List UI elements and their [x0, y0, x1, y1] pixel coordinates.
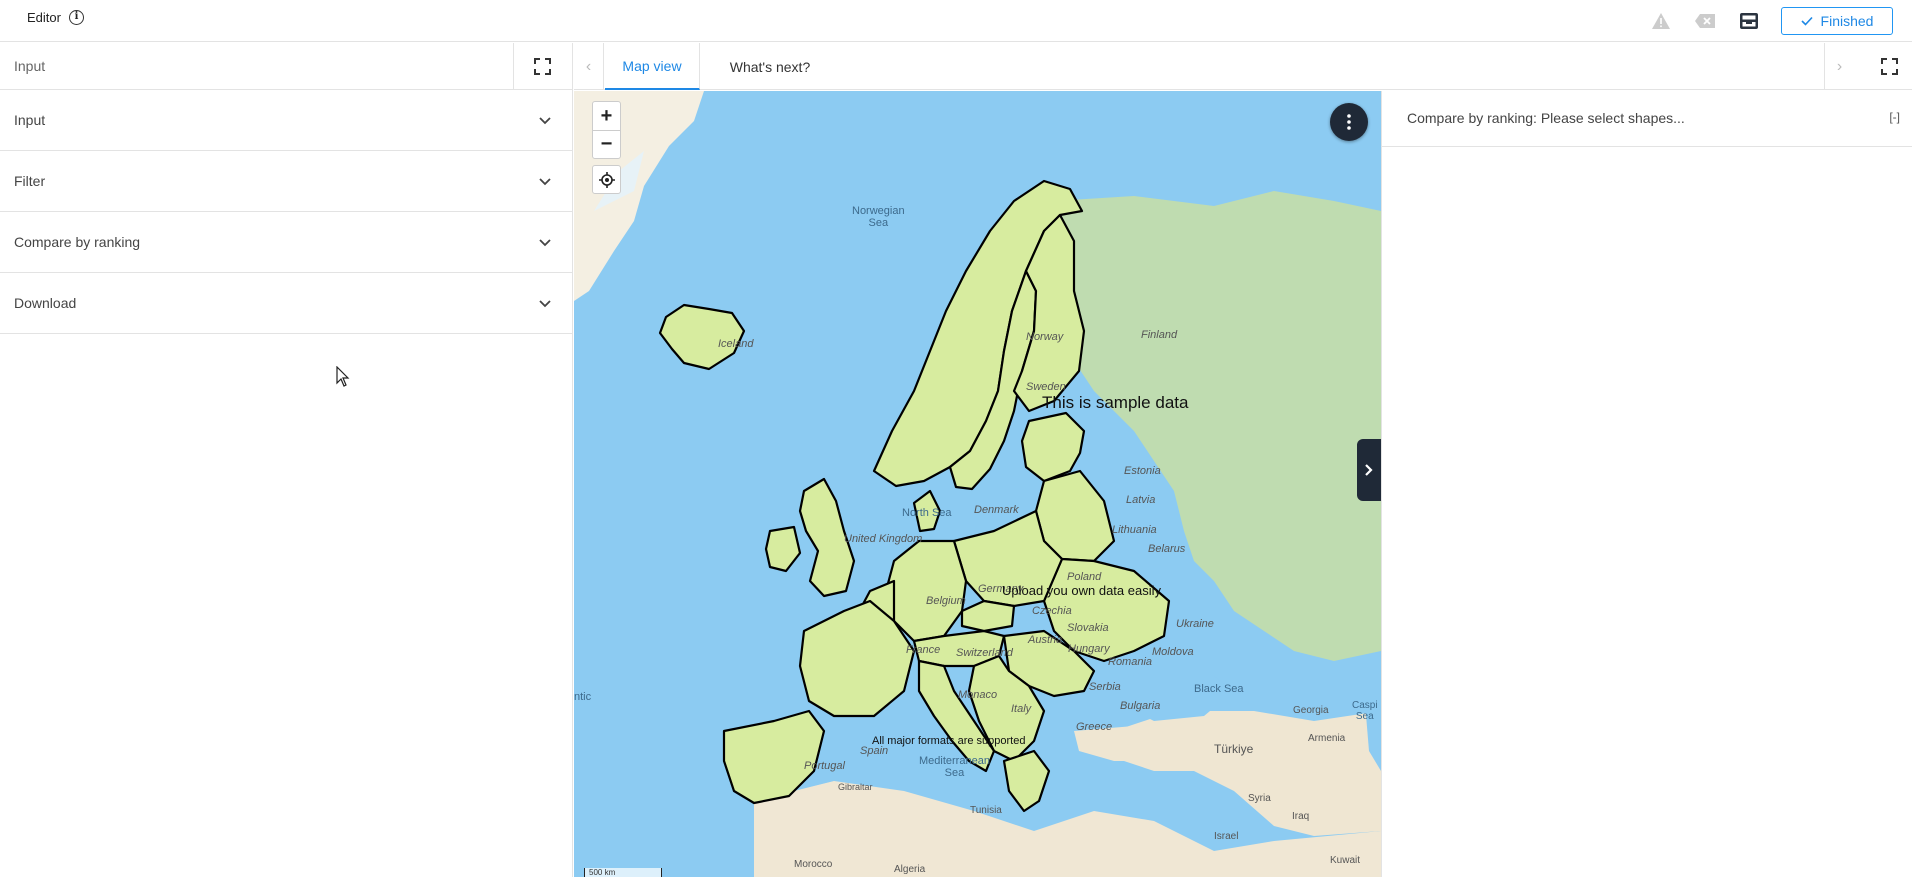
left-panel-title: Input: [14, 58, 46, 74]
accordion-compare-by-ranking[interactable]: Compare by ranking: [0, 212, 572, 273]
inbox-icon[interactable]: [1737, 9, 1761, 33]
accordion-input[interactable]: Input: [0, 90, 572, 151]
compare-panel: Compare by ranking: Please select shapes…: [1381, 91, 1912, 877]
map-overlay-sample-data: This is sample data: [1042, 393, 1189, 412]
check-icon: [1800, 16, 1813, 26]
map-label-israel: Israel: [1214, 831, 1239, 842]
map-label-norwegian-sea: Norwegian Sea: [852, 205, 905, 229]
collapse-button[interactable]: [-]: [1889, 110, 1900, 124]
map-label-belgium: Belgium: [926, 595, 966, 607]
map-label-tunisia: Tunisia: [970, 805, 1002, 816]
map-overlay-formats: All major formats are supported: [872, 735, 1026, 747]
more-vertical-icon: [1347, 114, 1351, 130]
map-label-hungary: Hungary: [1068, 643, 1110, 655]
chevron-down-icon: [539, 117, 551, 125]
accordion-label: Filter: [14, 173, 46, 189]
crosshair-icon: [598, 171, 615, 188]
map-label-uk: United Kingdom: [844, 533, 923, 545]
zoom-in-button[interactable]: +: [593, 102, 620, 130]
map-label-lithuania: Lithuania: [1112, 524, 1157, 536]
warning-icon[interactable]: [1649, 9, 1673, 33]
compare-panel-header: Compare by ranking: Please select shapes…: [1382, 91, 1912, 147]
tab-scroll-left-icon[interactable]: ‹: [574, 43, 604, 90]
map-label-france: France: [906, 644, 941, 656]
fullscreen-icon[interactable]: [1880, 57, 1899, 76]
finished-button[interactable]: Finished: [1781, 7, 1893, 35]
map-label-switzerland: Switzerland: [956, 647, 1013, 659]
map-label-romania: Romania: [1108, 656, 1153, 668]
compare-panel-title: Compare by ranking: Please select shapes…: [1407, 110, 1685, 126]
chevron-down-icon: [539, 239, 551, 247]
chevron-down-icon: [539, 178, 551, 186]
map-label-poland: Poland: [1067, 571, 1102, 583]
map-label-georgia: Georgia: [1293, 705, 1329, 716]
map-label-serbia: Serbia: [1089, 681, 1121, 693]
map-label-portugal: Portugal: [804, 760, 845, 772]
map-label-north-sea: North Sea: [902, 507, 952, 519]
map-label-bulgaria: Bulgaria: [1120, 700, 1161, 712]
map-label-latvia: Latvia: [1126, 494, 1156, 506]
left-panel-header: Input: [0, 43, 572, 90]
map-label-slovakia: Slovakia: [1067, 622, 1109, 634]
chevron-down-icon: [539, 300, 551, 308]
map-label-finland: Finland: [1141, 329, 1178, 341]
map-label-monaco: Monaco: [958, 689, 998, 701]
map-label-ukraine: Ukraine: [1176, 618, 1214, 630]
fullscreen-icon[interactable]: [533, 57, 552, 76]
map-view[interactable]: Norwegian Sea North Sea Black Sea Medite…: [574, 91, 1381, 877]
top-bar: Editor i Finished: [0, 0, 1912, 42]
top-toolbar: Finished: [1649, 6, 1912, 36]
map-label-norway: Norway: [1026, 331, 1064, 343]
map-label-syria: Syria: [1248, 793, 1271, 804]
map-label-atlantic: ntic: [574, 691, 592, 703]
accordion-filter[interactable]: Filter: [0, 151, 572, 212]
zoom-control: + −: [592, 101, 621, 159]
map-label-black-sea: Black Sea: [1194, 683, 1244, 695]
map-label-denmark: Denmark: [974, 504, 1019, 516]
map-label-iceland: Iceland: [718, 338, 754, 350]
tab-scroll-right-icon[interactable]: ›: [1824, 43, 1854, 90]
map-label-morocco: Morocco: [794, 859, 833, 870]
tab-bar: ‹ Map view What's next? ›: [574, 43, 1912, 90]
side-panel-toggle[interactable]: [1357, 439, 1381, 501]
map-label-moldova: Moldova: [1152, 646, 1194, 658]
accordion-label: Download: [14, 295, 77, 311]
map-label-italy: Italy: [1011, 703, 1032, 715]
map-label-armenia: Armenia: [1308, 733, 1346, 744]
map-menu-button[interactable]: [1330, 103, 1368, 141]
left-panel: Input Input Filter Compare by ranking Do…: [0, 43, 573, 877]
delete-icon[interactable]: [1693, 9, 1717, 33]
map-label-caspian: Caspi Sea: [1352, 700, 1378, 722]
accordion-label: Input: [14, 112, 46, 128]
map-label-mediterranean: Mediterranean Sea: [919, 755, 990, 779]
map-label-czechia: Czechia: [1032, 605, 1072, 617]
map-label-iraq: Iraq: [1292, 811, 1310, 822]
map-label-algeria: Algeria: [894, 864, 926, 875]
editor-title-text: Editor: [27, 10, 61, 25]
map-label-greece: Greece: [1076, 721, 1113, 733]
finished-label: Finished: [1820, 13, 1874, 29]
zoom-out-button[interactable]: −: [593, 130, 620, 158]
tab-whats-next[interactable]: What's next?: [700, 43, 840, 90]
map-label-gibraltar: Gibraltar: [838, 782, 873, 792]
accordion-download[interactable]: Download: [0, 273, 572, 334]
map-label-estonia: Estonia: [1124, 465, 1161, 477]
chevron-right-icon: [1365, 464, 1373, 476]
map-label-belarus: Belarus: [1148, 543, 1186, 555]
divider: [513, 43, 514, 90]
locate-button[interactable]: [592, 165, 621, 194]
mouse-cursor-icon: [336, 366, 350, 387]
accordion-label: Compare by ranking: [14, 234, 141, 250]
editor-title: Editor i: [27, 10, 84, 25]
map-label-sweden: Sweden: [1026, 381, 1066, 393]
map-label-austria: Austria: [1028, 634, 1063, 646]
map-label-turkiye: Türkiye: [1214, 742, 1254, 756]
map-label-kuwait: Kuwait: [1330, 855, 1361, 866]
tab-map-view[interactable]: Map view: [605, 43, 700, 90]
map-scale: 500 km: [584, 868, 662, 877]
map-overlay-upload: Upload you own data easily: [1002, 583, 1161, 598]
info-icon[interactable]: i: [68, 10, 84, 25]
